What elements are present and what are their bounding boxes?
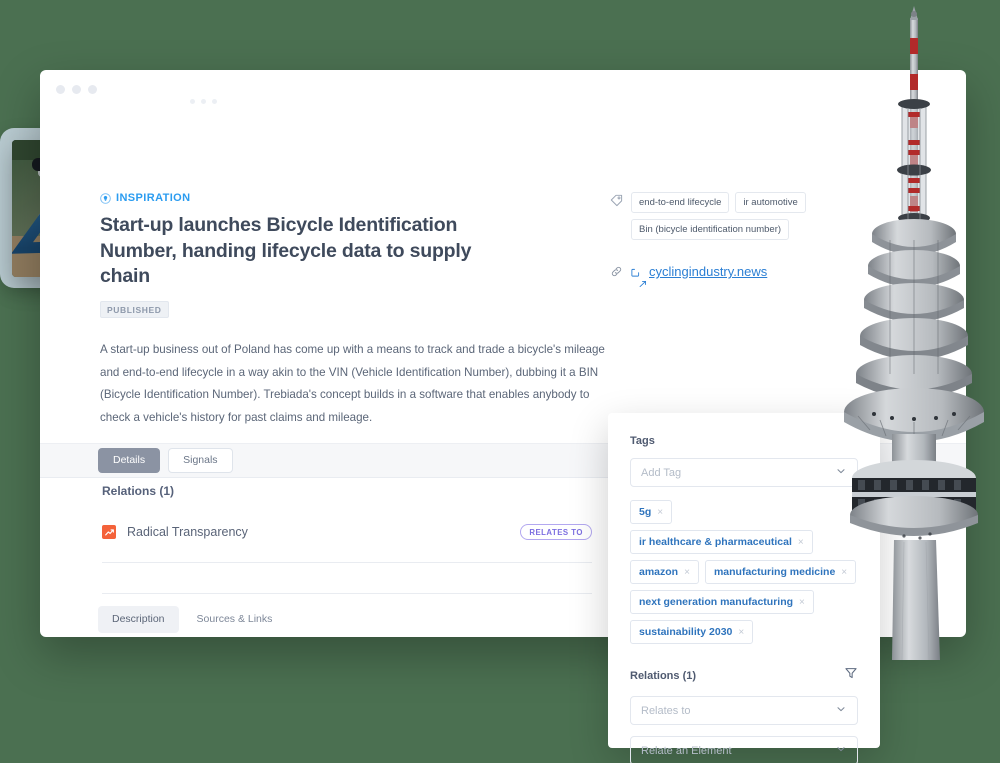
lightbulb-icon [100, 192, 111, 204]
content-tabbar: Description Sources & Links [98, 606, 286, 633]
header-tag-chip[interactable]: end-to-end lifecycle [631, 192, 730, 213]
page-title: Start-up launches Bicycle Identification… [100, 214, 472, 288]
remove-tag-icon[interactable]: × [799, 597, 805, 608]
window-minimize-dot[interactable] [72, 85, 81, 94]
article-body: A start-up business out of Poland has co… [100, 343, 605, 424]
add-tag-select[interactable]: Add Tag [630, 458, 858, 487]
divider [102, 562, 592, 563]
tag-chip[interactable]: sustainability 2030 × [630, 620, 754, 644]
remove-tag-icon[interactable]: × [684, 567, 690, 578]
remove-tag-icon[interactable]: × [738, 627, 744, 638]
tag-chip-label: sustainability 2030 [639, 626, 733, 638]
chain-link-icon [610, 265, 623, 283]
relation-row[interactable]: Radical Transparency RELATES TO [102, 524, 592, 540]
chevron-down-icon [835, 703, 847, 718]
relate-element-select[interactable]: Relate an Element [630, 736, 858, 763]
source-link[interactable]: cyclingindustry.news [649, 264, 767, 279]
header-tag-chips: end-to-end lifecycle ir automotive Bin (… [631, 192, 831, 240]
category-kicker: INSPIRATION [100, 192, 605, 204]
window-controls[interactable] [56, 85, 97, 94]
relation-type-select[interactable]: Relates to [630, 696, 858, 725]
header-tag-chip[interactable]: ir automotive [735, 192, 806, 213]
remove-tag-icon[interactable]: × [798, 537, 804, 548]
remove-tag-icon[interactable]: × [657, 507, 663, 518]
relation-row-left: Radical Transparency [102, 525, 248, 539]
tab-details[interactable]: Details [98, 448, 161, 473]
article-header: INSPIRATION Start-up launches Bicycle Id… [40, 110, 966, 319]
relation-type-badge: RELATES TO [520, 524, 592, 540]
external-link-icon[interactable] [630, 265, 647, 288]
kicker-label: INSPIRATION [116, 192, 191, 204]
status-badge: PUBLISHED [100, 301, 169, 319]
tag-chip-label: ir healthcare & pharmaceutical [639, 536, 792, 548]
trending-up-icon [102, 525, 116, 539]
menu-dot [190, 99, 195, 104]
header-tag-chip[interactable]: Bin (bicycle identification number) [631, 219, 790, 240]
tag-chip-list: 5g × ir healthcare & pharmaceutical × am… [630, 500, 858, 644]
funnel-icon[interactable] [844, 666, 858, 685]
tag-chip-label: 5g [639, 506, 652, 518]
tab-description[interactable]: Description [98, 606, 179, 633]
menu-dot [212, 99, 217, 104]
window-titlebar [40, 70, 966, 110]
tag-chip-label: next generation manufacturing [639, 596, 794, 608]
panel-relations-label: Relations (1) [630, 669, 697, 682]
article-header-left: INSPIRATION Start-up launches Bicycle Id… [40, 192, 605, 319]
window-maximize-dot[interactable] [88, 85, 97, 94]
add-tag-placeholder: Add Tag [641, 466, 682, 479]
tags-label: Tags [630, 435, 655, 447]
tag-chip[interactable]: amazon × [630, 560, 699, 584]
price-tag-icon [610, 192, 623, 240]
menu-dot [201, 99, 206, 104]
panel-relations-header: Relations (1) [630, 666, 858, 685]
tab-signals[interactable]: Signals [168, 448, 233, 473]
overflow-menu-dots[interactable] [190, 99, 217, 104]
tag-chip[interactable]: 5g × [630, 500, 673, 524]
relation-name: Radical Transparency [127, 525, 248, 539]
divider [102, 593, 592, 594]
tag-chip-label: amazon [639, 566, 679, 578]
relation-type-placeholder: Relates to [641, 704, 691, 717]
chevron-down-icon [835, 743, 847, 758]
tag-chip-label: manufacturing medicine [713, 566, 836, 578]
tag-chip[interactable]: ir healthcare & pharmaceutical × [630, 530, 813, 554]
relate-element-placeholder: Relate an Element [641, 744, 732, 757]
tab-sources-links[interactable]: Sources & Links [183, 606, 287, 633]
window-close-dot[interactable] [56, 85, 65, 94]
tag-chip[interactable]: next generation manufacturing × [630, 590, 814, 614]
telecom-tower-image [830, 0, 1000, 660]
